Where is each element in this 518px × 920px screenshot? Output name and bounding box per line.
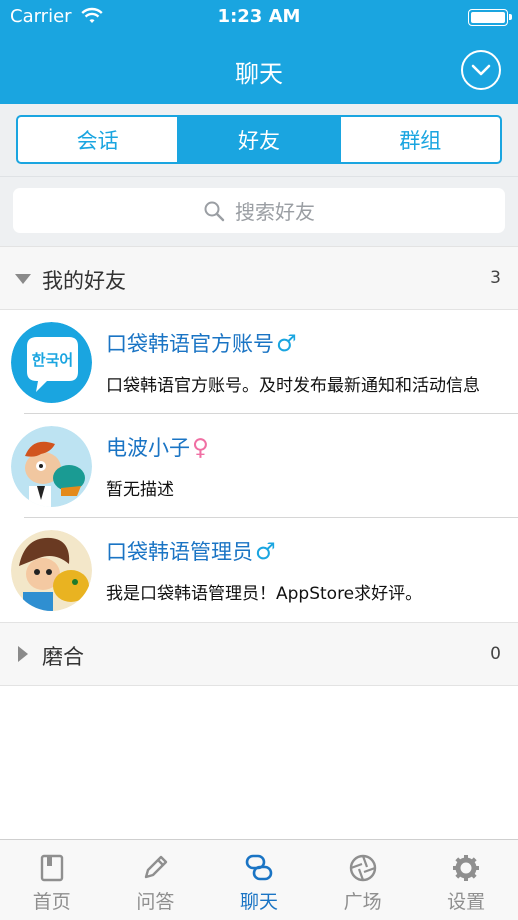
- tab-bar: 首页 问答 聊天 广场 设置: [0, 839, 518, 920]
- friend-description: 口袋韩语官方账号。及时发布最新通知和活动信息: [106, 376, 480, 396]
- avatar: [11, 426, 92, 507]
- battery-icon: [468, 9, 512, 26]
- aperture-icon: [349, 854, 376, 882]
- search-area: 搜索好友: [0, 176, 518, 246]
- status-bar: Carrier 1:23 AM: [0, 0, 518, 34]
- friend-name: 口袋韩语官方账号♂: [106, 331, 297, 357]
- triangle-down-icon: [15, 274, 31, 284]
- pencil-icon: [145, 855, 168, 879]
- tab-chat[interactable]: 聊天: [207, 840, 311, 920]
- group-name: 我的好友: [42, 269, 126, 293]
- triangle-right-icon: [18, 646, 28, 662]
- tab-label: 聊天: [239, 891, 278, 913]
- search-input[interactable]: 搜索好友: [13, 188, 505, 233]
- chevron-down-icon: [471, 64, 491, 76]
- friend-description: 我是口袋韩语管理员！AppStore求好评。: [106, 584, 423, 604]
- segmented-control: 会话 好友 群组: [16, 115, 502, 164]
- page-title: 聊天: [235, 60, 283, 88]
- group-count: 0: [490, 644, 501, 664]
- group-count: 3: [490, 268, 501, 288]
- clock: 1:23 AM: [217, 6, 301, 27]
- group-header-my-friends[interactable]: 我的好友 3: [0, 246, 518, 310]
- dropdown-button[interactable]: [461, 50, 501, 90]
- tab-friends[interactable]: 好友: [177, 117, 339, 162]
- male-icon: ♂: [276, 331, 297, 357]
- tab-label: 问答: [136, 891, 175, 913]
- top-bar: Carrier 1:23 AM 聊天: [0, 0, 518, 104]
- search-icon: [204, 201, 225, 221]
- tab-label: 设置: [447, 891, 486, 913]
- tab-home[interactable]: 首页: [0, 840, 104, 920]
- group-name: 磨合: [42, 645, 84, 669]
- friend-description: 暂无描述: [106, 480, 174, 500]
- female-icon: ♀: [192, 435, 209, 461]
- tab-sessions[interactable]: 会话: [18, 117, 177, 162]
- tab-label: 首页: [32, 891, 71, 913]
- tab-label: 广场: [343, 891, 382, 913]
- avatar: 한국어: [11, 322, 92, 403]
- friend-row[interactable]: 电波小子♀ 暂无描述: [0, 414, 518, 518]
- group-header-mohe[interactable]: 磨合 0: [0, 622, 518, 686]
- friend-name: 电波小子♀: [106, 435, 209, 461]
- tab-groups[interactable]: 群组: [338, 117, 500, 162]
- friend-row[interactable]: 한국어 口袋韩语官方账号♂ 口袋韩语官方账号。及时发布最新通知和活动信息: [0, 310, 518, 414]
- book-icon: [40, 854, 63, 882]
- search-placeholder: 搜索好友: [235, 200, 315, 224]
- chat-icon: [245, 854, 273, 881]
- friend-name: 口袋韩语管理员♂: [106, 539, 276, 565]
- tab-qa[interactable]: 问答: [104, 840, 208, 920]
- segmented-control-area: 会话 好友 群组: [0, 104, 518, 176]
- tab-settings[interactable]: 设置: [414, 840, 518, 920]
- avatar-korean-text: 한국어: [32, 351, 73, 369]
- tab-square[interactable]: 广场: [311, 840, 415, 920]
- male-icon: ♂: [255, 539, 276, 565]
- gear-icon: [453, 855, 480, 881]
- avatar: [11, 530, 92, 611]
- friend-row[interactable]: 口袋韩语管理员♂ 我是口袋韩语管理员！AppStore求好评。: [0, 518, 518, 622]
